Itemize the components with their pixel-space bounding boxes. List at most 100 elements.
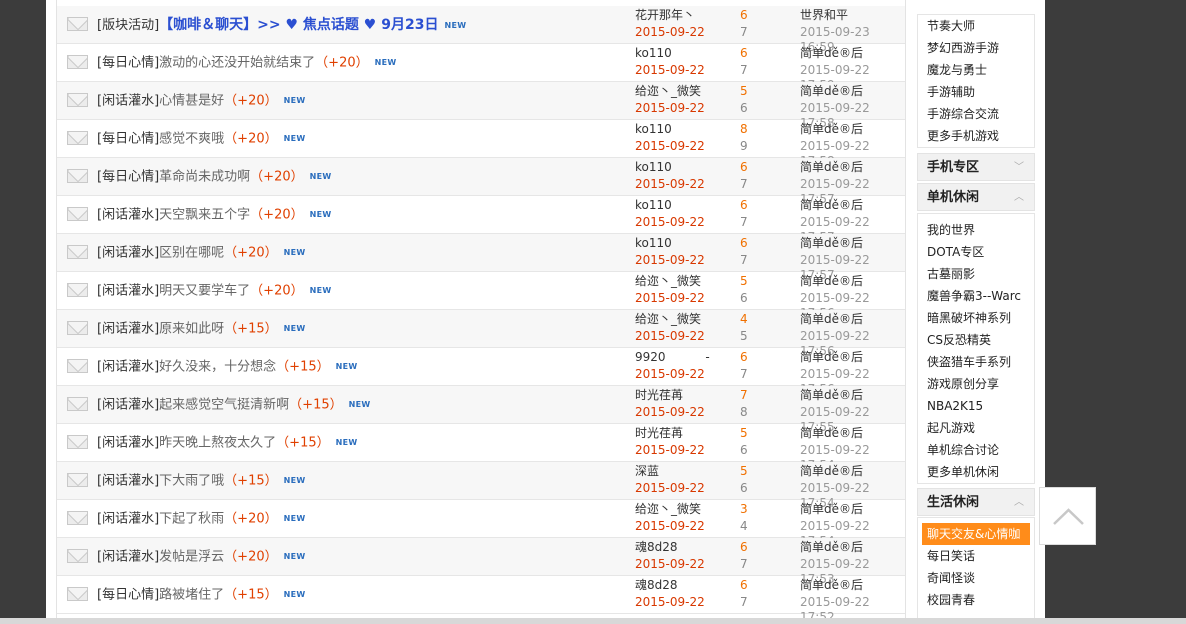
thread-subject-link[interactable]: 明天又要学车了 bbox=[159, 284, 250, 299]
thread-subject-link[interactable]: 下大雨了哦 bbox=[159, 474, 224, 489]
thread-subject-link[interactable]: 路被堵住了 bbox=[159, 588, 224, 603]
last-reply-user[interactable]: 简单dě®后 bbox=[800, 350, 863, 365]
sidebar-item[interactable]: 更多手机游戏 bbox=[918, 125, 1034, 147]
thread-author[interactable]: ko110 bbox=[635, 122, 672, 137]
thread-category[interactable]: [闲话灌水] bbox=[97, 398, 159, 413]
sidebar-section-mobile-zone[interactable]: 手机专区 ﹀ bbox=[917, 153, 1035, 181]
thread-category[interactable]: [闲话灌水] bbox=[97, 474, 159, 489]
thread-author[interactable]: ko110 bbox=[635, 46, 672, 61]
last-reply-user[interactable]: 简单dě®后 bbox=[800, 388, 863, 403]
thread-subject-link[interactable]: 起来感觉空气挺清新啊 bbox=[159, 398, 289, 413]
last-reply-user[interactable]: 简单dě®后 bbox=[800, 312, 863, 327]
thread-category[interactable]: [闲话灌水] bbox=[97, 284, 159, 299]
last-reply-user[interactable]: 简单dě®后 bbox=[800, 122, 863, 137]
thread-subject-link[interactable]: 激动的心还没开始就结束了 bbox=[159, 56, 315, 71]
sidebar-item[interactable]: DOTA专区 bbox=[918, 241, 1034, 263]
thread-subject-link[interactable]: 感觉不爽哦 bbox=[159, 132, 224, 147]
sidebar-item[interactable]: 梦幻西游手游 bbox=[918, 37, 1034, 59]
thread-category[interactable]: [闲话灌水] bbox=[97, 94, 159, 109]
thread-author[interactable]: 时光荏苒 bbox=[635, 388, 683, 403]
sidebar-item[interactable]: 校园青春 bbox=[918, 589, 1034, 611]
thread-author[interactable]: 时光荏苒 bbox=[635, 426, 683, 441]
last-reply-user[interactable]: 简单dě®后 bbox=[800, 236, 863, 251]
thread-author[interactable]: ko110 bbox=[635, 160, 672, 175]
last-reply-user[interactable]: 简单dě®后 bbox=[800, 464, 863, 479]
thread-category[interactable]: [闲话灌水] bbox=[97, 436, 159, 451]
thread-subject-link[interactable]: 发帖是浮云 bbox=[159, 550, 224, 565]
thread-author[interactable]: 魂8d28 bbox=[635, 540, 678, 555]
thread-category[interactable]: [闲话灌水] bbox=[97, 322, 159, 337]
thread-subject-link[interactable]: 天空飘来五个字 bbox=[159, 208, 250, 223]
new-badge: NEW bbox=[309, 172, 332, 181]
last-reply-user[interactable]: 简单dě®后 bbox=[800, 198, 863, 213]
thread-category[interactable]: [闲话灌水] bbox=[97, 550, 159, 565]
sidebar-item[interactable]: 我的世界 bbox=[918, 219, 1034, 241]
sidebar-item[interactable]: 魔龙与勇士 bbox=[918, 59, 1034, 81]
envelope-icon bbox=[67, 169, 88, 183]
thread-author[interactable]: 给迩丶_微笑 bbox=[635, 274, 701, 289]
thread-category[interactable]: [闲话灌水] bbox=[97, 360, 159, 375]
last-reply-user[interactable]: 简单dě®后 bbox=[800, 540, 863, 555]
sidebar-section-pc-casual[interactable]: 单机休闲 ︿ bbox=[917, 183, 1035, 211]
thread-category[interactable]: [闲话灌水] bbox=[97, 512, 159, 527]
thread-subject-link[interactable]: 【咖啡＆聊天】>> ♥ 焦点话题 ♥ 9月23日 bbox=[159, 17, 438, 33]
last-reply-user[interactable]: 简单dě®后 bbox=[800, 84, 863, 99]
thread-subject-link[interactable]: 革命尚未成功啊 bbox=[159, 170, 250, 185]
thread-category[interactable]: [每日心情] bbox=[97, 588, 159, 603]
sidebar-item[interactable]: 更多单机休闲 bbox=[918, 461, 1034, 483]
thread-subject-link[interactable]: 原来如此呀 bbox=[159, 322, 224, 337]
new-badge: NEW bbox=[283, 552, 306, 561]
thread-subject-link[interactable]: 区别在哪呢 bbox=[159, 246, 224, 261]
last-reply-user[interactable]: 简单dě®后 bbox=[800, 46, 863, 61]
sidebar-item[interactable]: 魔兽争霸3--Warc bbox=[918, 285, 1034, 307]
reply-count: 6 bbox=[740, 198, 748, 212]
thread-author[interactable]: ko110 bbox=[635, 236, 672, 251]
thread-subject-link[interactable]: 心情甚是好 bbox=[159, 94, 224, 109]
thread-category[interactable]: [每日心情] bbox=[97, 56, 159, 71]
new-badge: NEW bbox=[283, 134, 306, 143]
back-to-top-button[interactable] bbox=[1039, 487, 1096, 545]
sidebar-item[interactable]: 游戏原创分享 bbox=[918, 373, 1034, 395]
thread-author[interactable]: 给迩丶_微笑 bbox=[635, 84, 701, 99]
thread-author[interactable]: 9920 - bbox=[635, 350, 710, 365]
thread-title: [每日心情]感觉不爽哦（+20） NEW bbox=[97, 131, 306, 148]
last-reply-user[interactable]: 简单dě®后 bbox=[800, 426, 863, 441]
sidebar-item[interactable]: 暗黑破坏神系列 bbox=[918, 307, 1034, 329]
last-reply-user[interactable]: 简单dě®后 bbox=[800, 502, 863, 517]
last-reply-user[interactable]: 简单dě®后 bbox=[800, 578, 863, 593]
thread-author[interactable]: 给迩丶_微笑 bbox=[635, 312, 701, 327]
sidebar-item-selected[interactable]: 聊天交友&心情咖 bbox=[922, 523, 1030, 545]
thread-author[interactable]: ko110 bbox=[635, 198, 672, 213]
last-reply-user[interactable]: 世界和平 bbox=[800, 8, 848, 23]
last-reply-user[interactable]: 简单dě®后 bbox=[800, 160, 863, 175]
sidebar-item[interactable]: 手游综合交流 bbox=[918, 103, 1034, 125]
thread-author[interactable]: 花开那年丶 bbox=[635, 8, 695, 23]
thread-category[interactable]: [闲话灌水] bbox=[97, 208, 159, 223]
thread-category[interactable]: [版块活动] bbox=[97, 18, 159, 33]
thread-subject-link[interactable]: 好久没来，十分想念 bbox=[159, 360, 276, 375]
sidebar-item[interactable]: 侠盗猎车手系列 bbox=[918, 351, 1034, 373]
new-badge: NEW bbox=[283, 590, 306, 599]
sidebar-item[interactable]: 古墓丽影 bbox=[918, 263, 1034, 285]
thread-author[interactable]: 给迩丶_微笑 bbox=[635, 502, 701, 517]
thread-author[interactable]: 魂8d28 bbox=[635, 578, 678, 593]
thread-subject-link[interactable]: 昨天晚上熬夜太久了 bbox=[159, 436, 276, 451]
thread-row: [每日心情]路被堵住了（+15） NEW 魂8d28 2015-09-22 6 7 简单dě… bbox=[57, 576, 905, 624]
sidebar-item[interactable]: 单机综合讨论 bbox=[918, 439, 1034, 461]
thread-category[interactable]: [每日心情] bbox=[97, 132, 159, 147]
thread-category[interactable]: [每日心情] bbox=[97, 170, 159, 185]
reply-count: 6 bbox=[740, 540, 748, 554]
sidebar-section-life[interactable]: 生活休闲 ︿ bbox=[917, 488, 1035, 516]
sidebar-item[interactable]: 节奏大师 bbox=[918, 15, 1034, 37]
sidebar-item[interactable]: NBA2K15 bbox=[918, 395, 1034, 417]
thread-author[interactable]: 深蓝 bbox=[635, 464, 659, 479]
sidebar-item[interactable]: 奇闻怪谈 bbox=[918, 567, 1034, 589]
sidebar-item[interactable]: 每日笑话 bbox=[918, 545, 1034, 567]
last-reply-user[interactable]: 简单dě®后 bbox=[800, 274, 863, 289]
thread-category[interactable]: [闲话灌水] bbox=[97, 246, 159, 261]
sidebar-item[interactable]: 起凡游戏 bbox=[918, 417, 1034, 439]
sidebar-item[interactable]: CS反恐精英 bbox=[918, 329, 1034, 351]
sidebar-item[interactable]: 手游辅助 bbox=[918, 81, 1034, 103]
horizontal-scrollbar[interactable] bbox=[0, 618, 1186, 624]
thread-subject-link[interactable]: 下起了秋雨 bbox=[159, 512, 224, 527]
